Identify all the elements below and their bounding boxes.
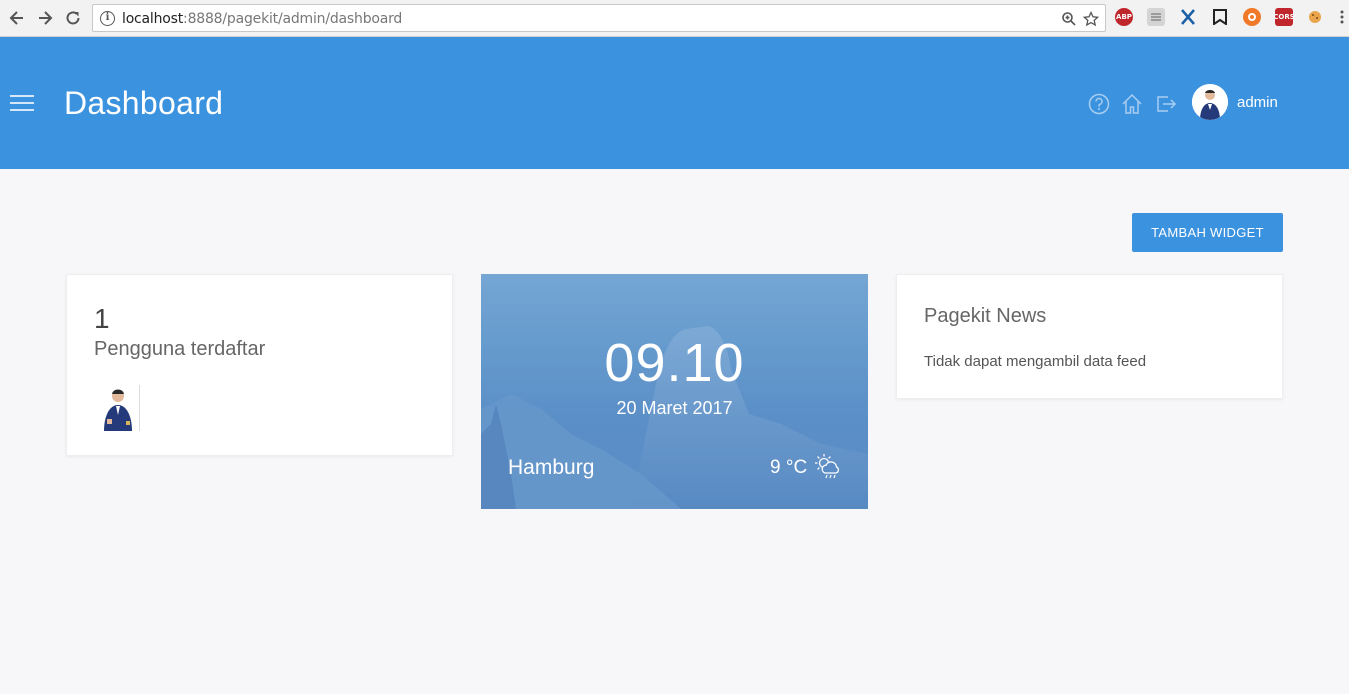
help-icon[interactable]: [1088, 93, 1110, 115]
browser-toolbar: i localhost:8888/pagekit/admin/dashboard…: [0, 0, 1349, 37]
add-widget-button[interactable]: TAMBAH WIDGET: [1132, 213, 1283, 252]
clock-time: 09.10: [604, 333, 745, 393]
x-icon[interactable]: [1179, 8, 1197, 26]
app-header: Dashboard admin: [0, 37, 1349, 169]
weather-temperature: 9 °C: [770, 457, 808, 478]
url-text[interactable]: localhost:8888/pagekit/admin/dashboard: [122, 11, 402, 27]
user-count: 1: [94, 303, 110, 334]
user-count-label: Pengguna terdaftar: [94, 338, 266, 360]
user-avatar-thumbnail[interactable]: [100, 385, 140, 431]
info-icon[interactable]: i: [100, 11, 115, 26]
news-title: Pagekit News: [924, 305, 1047, 327]
cookie-icon[interactable]: [1306, 8, 1324, 26]
cors-icon[interactable]: CORS: [1273, 8, 1295, 26]
abp-icon[interactable]: ABP: [1115, 8, 1133, 26]
weather-clock-widget: 09.10 20 Maret 2017 Hamburg 9 °C: [481, 274, 868, 509]
lifebuoy-icon[interactable]: [1243, 8, 1261, 26]
logout-icon[interactable]: [1155, 93, 1177, 115]
news-error-message: Tidak dapat mengambil data feed: [924, 353, 1147, 370]
reader-icon[interactable]: [1147, 8, 1165, 26]
username[interactable]: admin: [1237, 94, 1278, 111]
url-path: :8888/pagekit/admin/dashboard: [183, 11, 403, 27]
forward-arrow-icon[interactable]: [33, 6, 57, 30]
news-widget: Pagekit News Tidak dapat mengambil data …: [896, 274, 1283, 399]
avatar[interactable]: [1192, 84, 1228, 120]
users-widget: 1 Pengguna terdaftar: [66, 274, 453, 456]
star-icon[interactable]: [1081, 9, 1101, 29]
hamburger-menu-icon[interactable]: [10, 95, 34, 113]
bookmark-icon[interactable]: [1211, 8, 1229, 26]
zoom-icon[interactable]: [1059, 9, 1079, 29]
url-host: localhost: [122, 11, 184, 27]
page-title: Dashboard: [64, 85, 224, 121]
clock-date: 20 Maret 2017: [616, 398, 733, 418]
home-icon[interactable]: [1121, 93, 1143, 115]
partly-cloudy-rain-icon: [813, 452, 843, 482]
back-arrow-icon[interactable]: [5, 6, 29, 30]
more-vertical-icon[interactable]: [1338, 8, 1346, 26]
address-bar[interactable]: i localhost:8888/pagekit/admin/dashboard: [92, 4, 1106, 32]
reload-icon[interactable]: [61, 6, 85, 30]
weather-city: Hamburg: [508, 456, 595, 479]
